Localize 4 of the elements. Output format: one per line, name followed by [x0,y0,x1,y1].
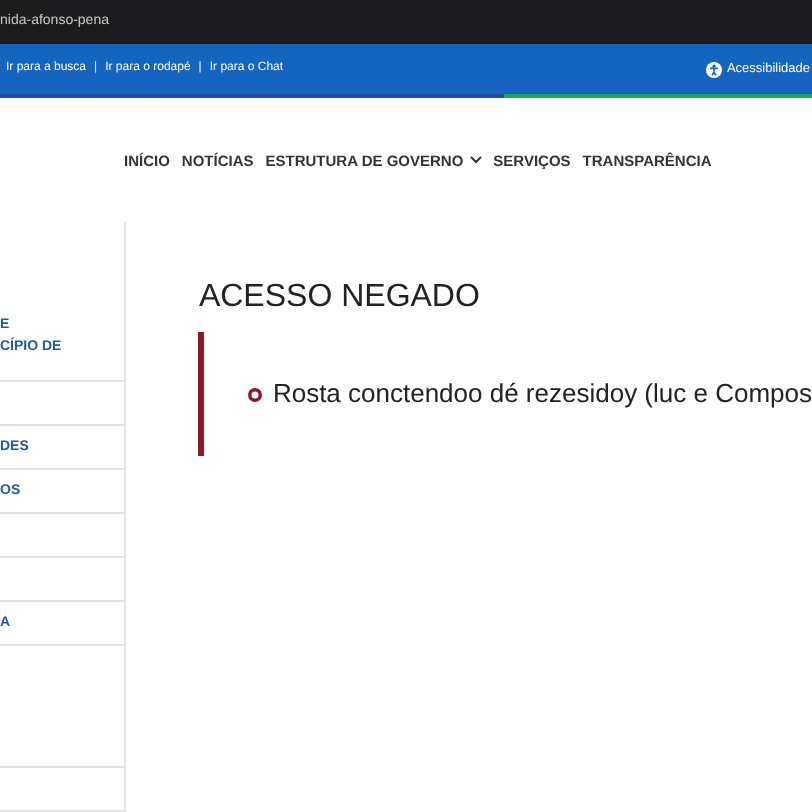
alert-message: Rosta conctendoo dé rezesidoy (luc e Compos [272,376,812,413]
accessibility-icon [706,61,723,78]
page-title: ACESSO NEGADO [198,278,482,318]
bullet-icon [248,387,263,401]
